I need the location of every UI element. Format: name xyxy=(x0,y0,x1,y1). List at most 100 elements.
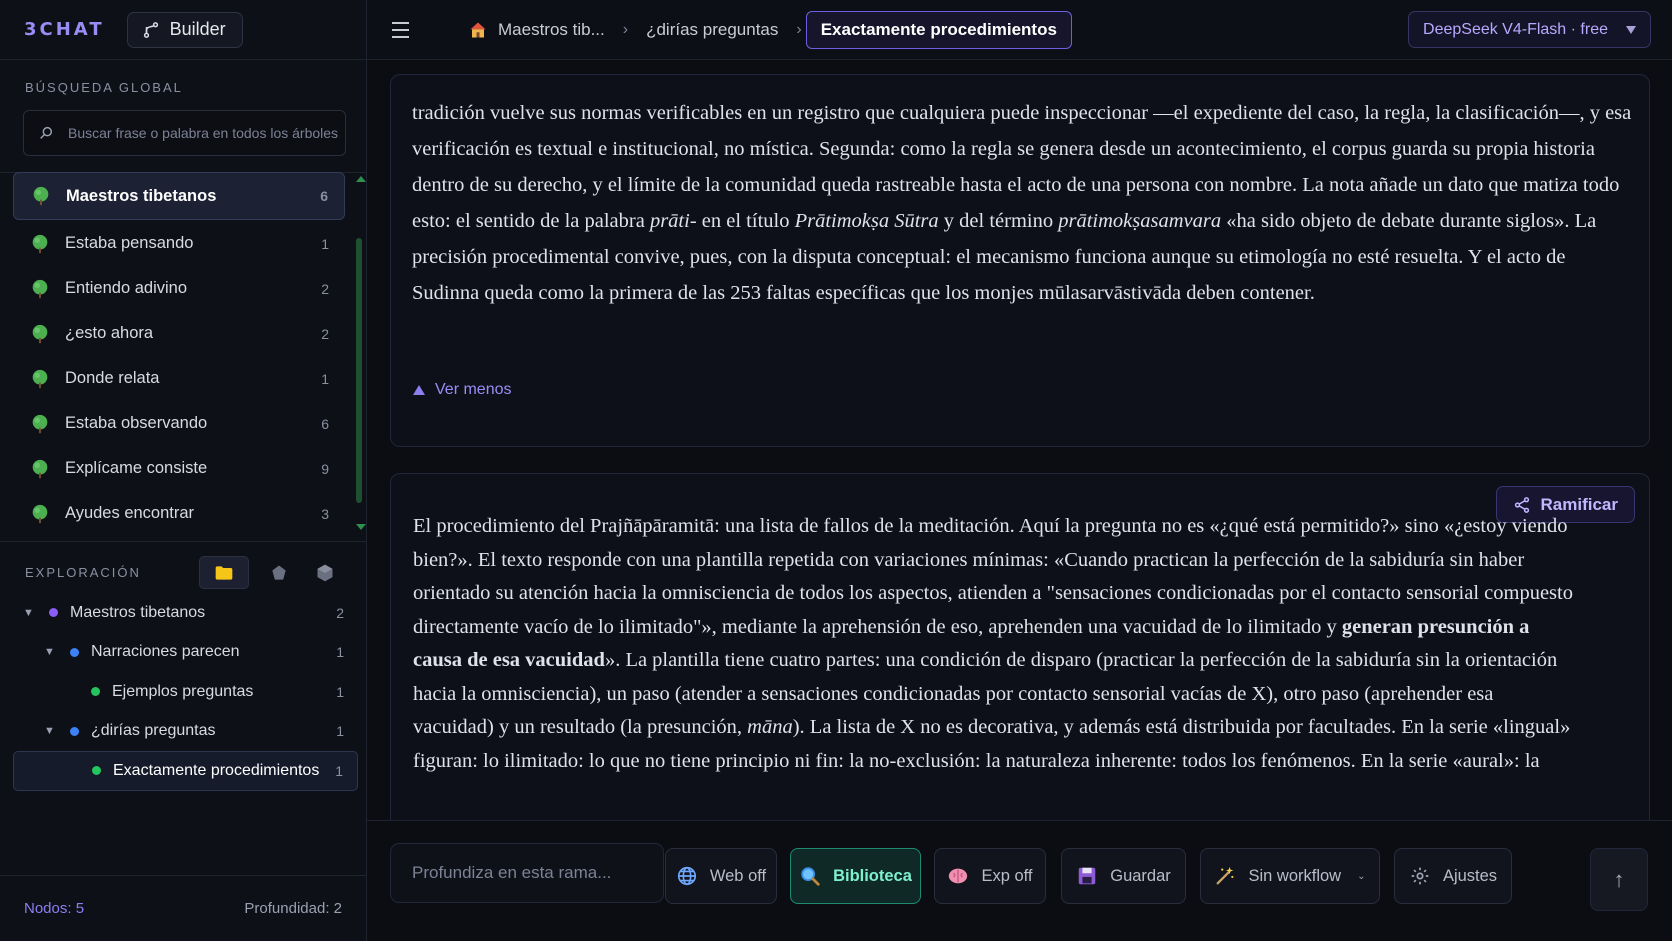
sidebar-header: 3CHAT Builder xyxy=(0,0,366,60)
gem-icon xyxy=(272,565,286,580)
nodes-count: Nodos: 5 xyxy=(24,900,85,917)
show-less-button[interactable]: Ver menos xyxy=(413,381,511,399)
tree-node-label: ¿dirías preguntas xyxy=(91,722,216,740)
conversation-item[interactable]: Ayudes encontrar 3 xyxy=(13,491,345,536)
conversation-name: Ayudes encontrar xyxy=(65,504,195,522)
scroll-up-arrow[interactable] xyxy=(356,176,366,182)
depth-count: Profundidad: 2 xyxy=(244,900,342,917)
gem-view-button[interactable] xyxy=(263,556,295,589)
model-select[interactable]: DeepSeek V4-Flash · free xyxy=(1408,11,1651,48)
search-section-title: BÚSQUEDA GLOBAL xyxy=(25,80,183,95)
conversation-item[interactable]: Donde relata 1 xyxy=(13,356,345,401)
conversation-name: Estaba pensando xyxy=(65,234,194,252)
tree-node[interactable]: Ejemplos preguntas 1 xyxy=(13,672,358,712)
conversation-name: Entiendo adivino xyxy=(65,279,188,297)
conversation-item[interactable]: Estaba observando 6 xyxy=(13,401,345,446)
message-text: tradición vuelve sus normas verificables… xyxy=(412,102,1632,304)
arrow-up-icon: ↑ xyxy=(1613,866,1625,892)
folder-icon xyxy=(215,565,233,580)
message-card: Ramificar El procedimiento del Prajñāpār… xyxy=(390,473,1650,820)
search-placeholder: Buscar frase o palabra en todos los árbo… xyxy=(68,125,339,141)
chevron-right-icon: › xyxy=(622,20,629,38)
workflow-select[interactable]: Sin workflow ⌄ xyxy=(1200,848,1380,904)
node-dot-icon xyxy=(70,647,79,657)
conversation-count: 6 xyxy=(321,415,329,432)
tree-node-count: 1 xyxy=(336,723,344,740)
caret-down-icon[interactable]: ▼ xyxy=(44,646,58,658)
caret-down-icon[interactable]: ▼ xyxy=(44,725,58,737)
tree-node-label: Ejemplos preguntas xyxy=(112,682,254,700)
conversation-item[interactable]: Maestros tibetanos 6 xyxy=(13,172,345,220)
breadcrumb-root[interactable]: Maestros tib... xyxy=(454,14,619,46)
brain-icon xyxy=(947,865,969,887)
settings-button[interactable]: Ajustes xyxy=(1394,848,1512,904)
chat-input-placeholder: Profundiza en esta rama... xyxy=(412,863,612,882)
exploration-tree: ▼ Maestros tibetanos 2 ▼ Narraciones parecen… xyxy=(13,593,358,791)
web-label: Web off xyxy=(709,866,767,885)
conversation-count: 1 xyxy=(321,370,329,387)
tree-node[interactable]: ▼ ¿dirías preguntas 1 xyxy=(13,712,358,752)
scroll-down-arrow[interactable] xyxy=(356,524,366,530)
chevron-right-icon: › xyxy=(796,20,802,38)
gear-icon xyxy=(1409,865,1431,887)
tree-node-count: 2 xyxy=(336,604,344,621)
sidebar-footer: Nodos: 5 Profundidad: 2 xyxy=(0,875,366,941)
conversation-name: Donde relata xyxy=(65,369,160,387)
conversation-name: Maestros tibetanos xyxy=(66,186,217,205)
exp-toggle-button[interactable]: Exp off xyxy=(934,848,1046,904)
global-search-input[interactable]: Buscar frase o palabra en todos los árbo… xyxy=(23,110,346,156)
tree-node[interactable]: Exactamente procedimientos 1 xyxy=(13,751,358,791)
save-label: Guardar xyxy=(1110,866,1171,885)
web-toggle-button[interactable]: Web off xyxy=(665,848,777,904)
conversation-item[interactable]: Estaba pensando 1 xyxy=(13,221,345,266)
cube-view-button[interactable] xyxy=(309,556,341,589)
explore-view-switcher xyxy=(199,556,341,589)
tree-node[interactable]: ▼ Maestros tibetanos 2 xyxy=(13,593,358,633)
sidebar: 3CHAT Builder BÚSQUEDA GLOBAL Buscar fra… xyxy=(0,0,367,941)
search-icon xyxy=(40,126,53,139)
chevron-down-icon xyxy=(1626,25,1636,34)
triangle-up-icon xyxy=(413,385,425,395)
conversation-name: Explícame consiste xyxy=(65,459,208,477)
magnifier-icon xyxy=(799,865,821,887)
node-dot-icon xyxy=(49,608,58,618)
chat-input[interactable]: Profundiza en esta rama... xyxy=(390,843,664,903)
library-label: Biblioteca xyxy=(833,866,912,885)
conversation-item[interactable]: Entiendo adivino 2 xyxy=(13,266,345,311)
message-text: El procedimiento del Prajñāpāramitā: una… xyxy=(413,515,1573,772)
builder-label: Builder xyxy=(169,19,226,39)
node-dot-icon xyxy=(70,726,79,736)
globe-icon xyxy=(676,865,698,887)
save-button[interactable]: Guardar xyxy=(1061,848,1186,904)
conversation-item[interactable]: Explícame consiste 9 xyxy=(13,446,345,491)
breadcrumb: Maestros tib... › ¿dirías preguntas › Ex… xyxy=(454,10,1072,49)
breadcrumb-current[interactable]: Exactamente procedimientos xyxy=(805,10,1072,49)
menu-icon[interactable] xyxy=(392,21,422,38)
conversation-name: ¿esto ahora xyxy=(65,324,154,342)
show-less-label: Ver menos xyxy=(435,381,512,398)
cube-icon xyxy=(317,564,333,581)
app-logo: 3CHAT xyxy=(24,19,105,40)
tree-node-label: Exactamente procedimientos xyxy=(113,761,320,779)
explore-section-title: EXPLORACIÓN xyxy=(25,565,141,580)
top-header: Maestros tib... › ¿dirías preguntas › Ex… xyxy=(367,0,1672,60)
tree-node[interactable]: ▼ Narraciones parecen 1 xyxy=(13,633,358,673)
caret-down-icon[interactable]: ▼ xyxy=(23,607,37,619)
conversation-count: 9 xyxy=(321,460,329,477)
breadcrumb-label: Exactamente procedimientos xyxy=(820,19,1057,39)
tree-icon xyxy=(32,234,48,253)
tree-icon xyxy=(32,504,48,523)
send-button[interactable]: ↑ xyxy=(1590,848,1648,911)
conversation-item[interactable]: ¿esto ahora 2 xyxy=(13,311,345,356)
builder-button[interactable]: Builder xyxy=(126,11,243,48)
breadcrumb-parent[interactable]: ¿dirías preguntas xyxy=(632,14,792,46)
magic-wand-icon xyxy=(1214,865,1236,887)
folder-view-button[interactable] xyxy=(199,556,249,589)
library-button[interactable]: Biblioteca xyxy=(790,848,921,904)
tree-icon xyxy=(33,186,49,206)
tree-node-count: 1 xyxy=(336,644,344,661)
scrollbar-thumb[interactable] xyxy=(356,238,362,503)
workflow-label: Sin workflow xyxy=(1248,866,1342,885)
conversation-area: tradición vuelve sus normas verificables… xyxy=(367,60,1672,820)
tree-icon xyxy=(32,279,48,298)
